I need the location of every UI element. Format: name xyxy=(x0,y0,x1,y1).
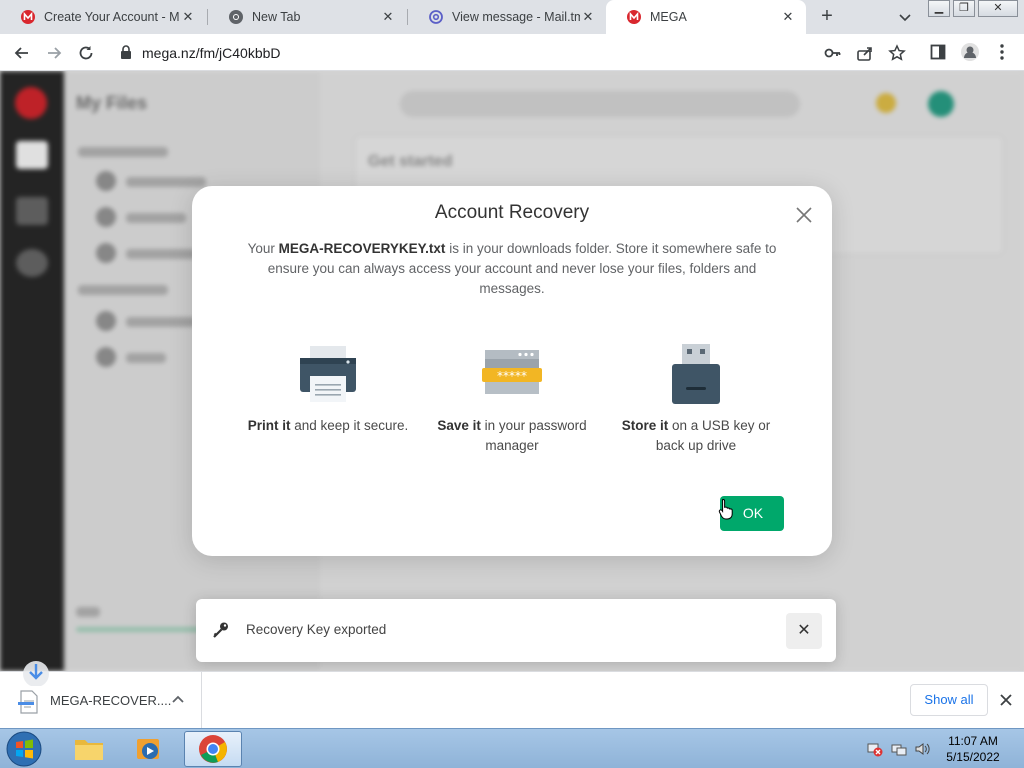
dialog-title: Account Recovery xyxy=(434,202,590,223)
chevron-down-icon[interactable] xyxy=(896,8,914,26)
tab-strip: Create Your Account - ME ✕ New Tab ✕ Vie… xyxy=(0,0,1024,34)
clock-time: 11:07 AM xyxy=(948,734,998,748)
lock-icon xyxy=(121,45,131,59)
close-tab-icon[interactable]: ✕ xyxy=(580,9,596,25)
profile-button[interactable] xyxy=(960,42,980,62)
printer-icon xyxy=(300,346,356,402)
forward-button[interactable] xyxy=(42,41,66,65)
toast-message: Recovery Key exported xyxy=(246,622,387,637)
option-text: and keep it secure. xyxy=(290,418,409,433)
show-all-button[interactable]: Show all xyxy=(910,684,988,716)
key-icon[interactable] xyxy=(824,44,842,62)
forward-arrow-icon xyxy=(48,47,62,59)
minimize-button[interactable]: ▁ xyxy=(928,0,950,17)
at-icon xyxy=(429,10,443,24)
taskbar-explorer[interactable] xyxy=(60,731,118,767)
chevron-up-icon[interactable] xyxy=(170,692,186,708)
tab-new-tab[interactable]: New Tab ✕ xyxy=(208,0,406,34)
option-bold: Save it xyxy=(437,418,481,433)
reload-button[interactable] xyxy=(74,41,98,65)
back-arrow-icon xyxy=(14,47,28,59)
hand-cursor-icon xyxy=(718,498,733,520)
clock-date: 5/15/2022 xyxy=(946,750,1000,764)
option-caption: Store it on a USB key or back up drive xyxy=(611,416,781,456)
address-bar[interactable]: mega.nz/fm/jC40kbbD xyxy=(108,37,930,68)
back-button[interactable] xyxy=(10,41,34,65)
mega-icon xyxy=(21,10,35,24)
option-print: Print it and keep it secure. xyxy=(243,342,413,436)
tab-create-account[interactable]: Create Your Account - ME ✕ xyxy=(0,0,206,34)
restore-button[interactable]: ❐ xyxy=(953,0,975,17)
close-tab-icon[interactable]: ✕ xyxy=(180,9,196,25)
close-tab-icon[interactable]: ✕ xyxy=(780,9,796,25)
windows-start-icon[interactable] xyxy=(4,730,44,768)
tab-mega[interactable]: MEGA ✕ xyxy=(606,0,806,34)
reload-icon xyxy=(79,46,93,60)
tab-title: View message - Mail.tm xyxy=(452,10,580,24)
media-player-icon xyxy=(137,739,159,759)
browser-toolbar: mega.nz/fm/jC40kbbD xyxy=(0,34,1024,71)
toast-close-button[interactable]: ✕ xyxy=(786,613,822,649)
tab-title: Create Your Account - ME xyxy=(44,10,180,24)
message-prefix: Your xyxy=(247,241,279,256)
account-recovery-dialog: Account Recovery Your MEGA-RECOVERYKEY.t… xyxy=(192,186,832,556)
option-password-manager: ***** Save it in your password manager xyxy=(427,342,597,456)
folder-icon xyxy=(75,740,103,760)
tab-title: MEGA xyxy=(650,10,687,24)
taskbar-clock[interactable]: 11:07 AM 5/15/2022 xyxy=(936,733,1010,765)
mega-icon xyxy=(627,10,641,24)
close-icon[interactable] xyxy=(996,690,1016,710)
key-icon xyxy=(213,622,228,638)
menu-button[interactable] xyxy=(992,42,1012,62)
chrome-icon xyxy=(229,10,243,24)
option-bold: Store it xyxy=(621,418,669,433)
svg-text:*****: ***** xyxy=(497,369,527,383)
option-caption: Print it and keep it secure. xyxy=(243,416,413,436)
option-bold: Print it xyxy=(247,418,291,433)
side-panel-button[interactable] xyxy=(928,42,948,62)
tab-mail[interactable]: View message - Mail.tm ✕ xyxy=(408,0,606,34)
download-filename: MEGA-RECOVER.... xyxy=(50,693,172,708)
new-tab-button[interactable]: + xyxy=(816,6,838,28)
password-manager-icon: ***** xyxy=(482,350,542,394)
taskbar-chrome[interactable] xyxy=(184,731,242,767)
usb-drive-icon xyxy=(672,344,720,404)
close-icon[interactable] xyxy=(793,204,815,226)
profile-icon xyxy=(961,43,979,61)
recovery-filename: MEGA-RECOVERYKEY.txt xyxy=(278,241,446,256)
option-caption: Save it in your password manager xyxy=(427,416,597,456)
volume-icon[interactable] xyxy=(914,741,930,757)
bookmark-star-icon[interactable] xyxy=(888,44,906,62)
close-tab-icon[interactable]: ✕ xyxy=(380,9,396,25)
close-window-button[interactable]: ✕ xyxy=(978,0,1018,17)
network-warning-icon[interactable] xyxy=(867,741,883,757)
file-icon xyxy=(18,690,38,714)
option-text: on a USB key or back up drive xyxy=(655,418,771,453)
dialog-message: Your MEGA-RECOVERYKEY.txt is in your dow… xyxy=(238,239,786,299)
action-center-icon[interactable] xyxy=(891,741,907,757)
taskbar-media-player[interactable] xyxy=(120,731,178,767)
windows-taskbar: 11:07 AM 5/15/2022 xyxy=(0,728,1024,768)
option-text: in your password manager xyxy=(480,418,587,453)
chrome-icon xyxy=(199,735,227,763)
share-icon[interactable] xyxy=(856,44,874,62)
download-arrow-icon xyxy=(23,661,49,686)
mega-page: My Files Get started Account Recovery Yo… xyxy=(0,71,1024,671)
tab-title: New Tab xyxy=(252,10,301,24)
url-text: mega.nz/fm/jC40kbbD xyxy=(142,45,281,61)
side-panel-icon xyxy=(930,44,946,60)
download-shelf: MEGA-RECOVER.... Show all xyxy=(0,661,1024,729)
download-item[interactable]: MEGA-RECOVER.... xyxy=(0,661,202,729)
kebab-menu-icon xyxy=(1000,44,1004,60)
option-usb: Store it on a USB key or back up drive xyxy=(611,342,781,456)
recovery-toast: Recovery Key exported ✕ xyxy=(196,599,836,662)
